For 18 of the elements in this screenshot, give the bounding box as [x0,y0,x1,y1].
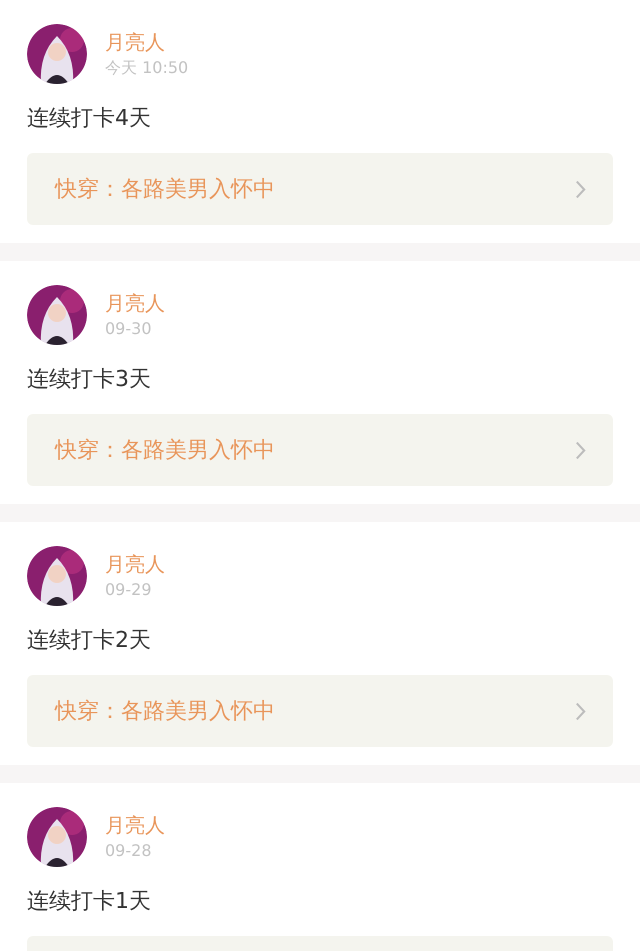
post-time: 09-28 [105,841,152,861]
author-name[interactable]: 月亮人 [105,813,165,837]
author-name[interactable]: 月亮人 [105,291,165,315]
post-time: 今天 10:50 [105,58,188,78]
book-link[interactable]: 快穿：各路美男入怀中 [27,414,613,486]
post-time: 09-30 [105,319,152,339]
post-time: 09-29 [105,580,152,600]
book-title: 快穿：各路美男入怀中 [55,698,275,726]
book-link[interactable]: 快穿：各路美男入怀中 [27,675,613,747]
post-text: 连续打卡3天 [27,366,152,394]
author-name[interactable]: 月亮人 [105,552,165,576]
book-title: 快穿：各路美男入怀中 [55,176,275,204]
post-text: 连续打卡2天 [27,627,152,655]
book-link[interactable]: 快穿：各路美男入怀中 [27,153,613,225]
book-title: 快穿：各路美男入怀中 [55,437,275,465]
author-name[interactable]: 月亮人 [105,30,188,54]
post-text: 连续打卡1天 [27,888,152,916]
post-text: 连续打卡4天 [27,105,152,133]
